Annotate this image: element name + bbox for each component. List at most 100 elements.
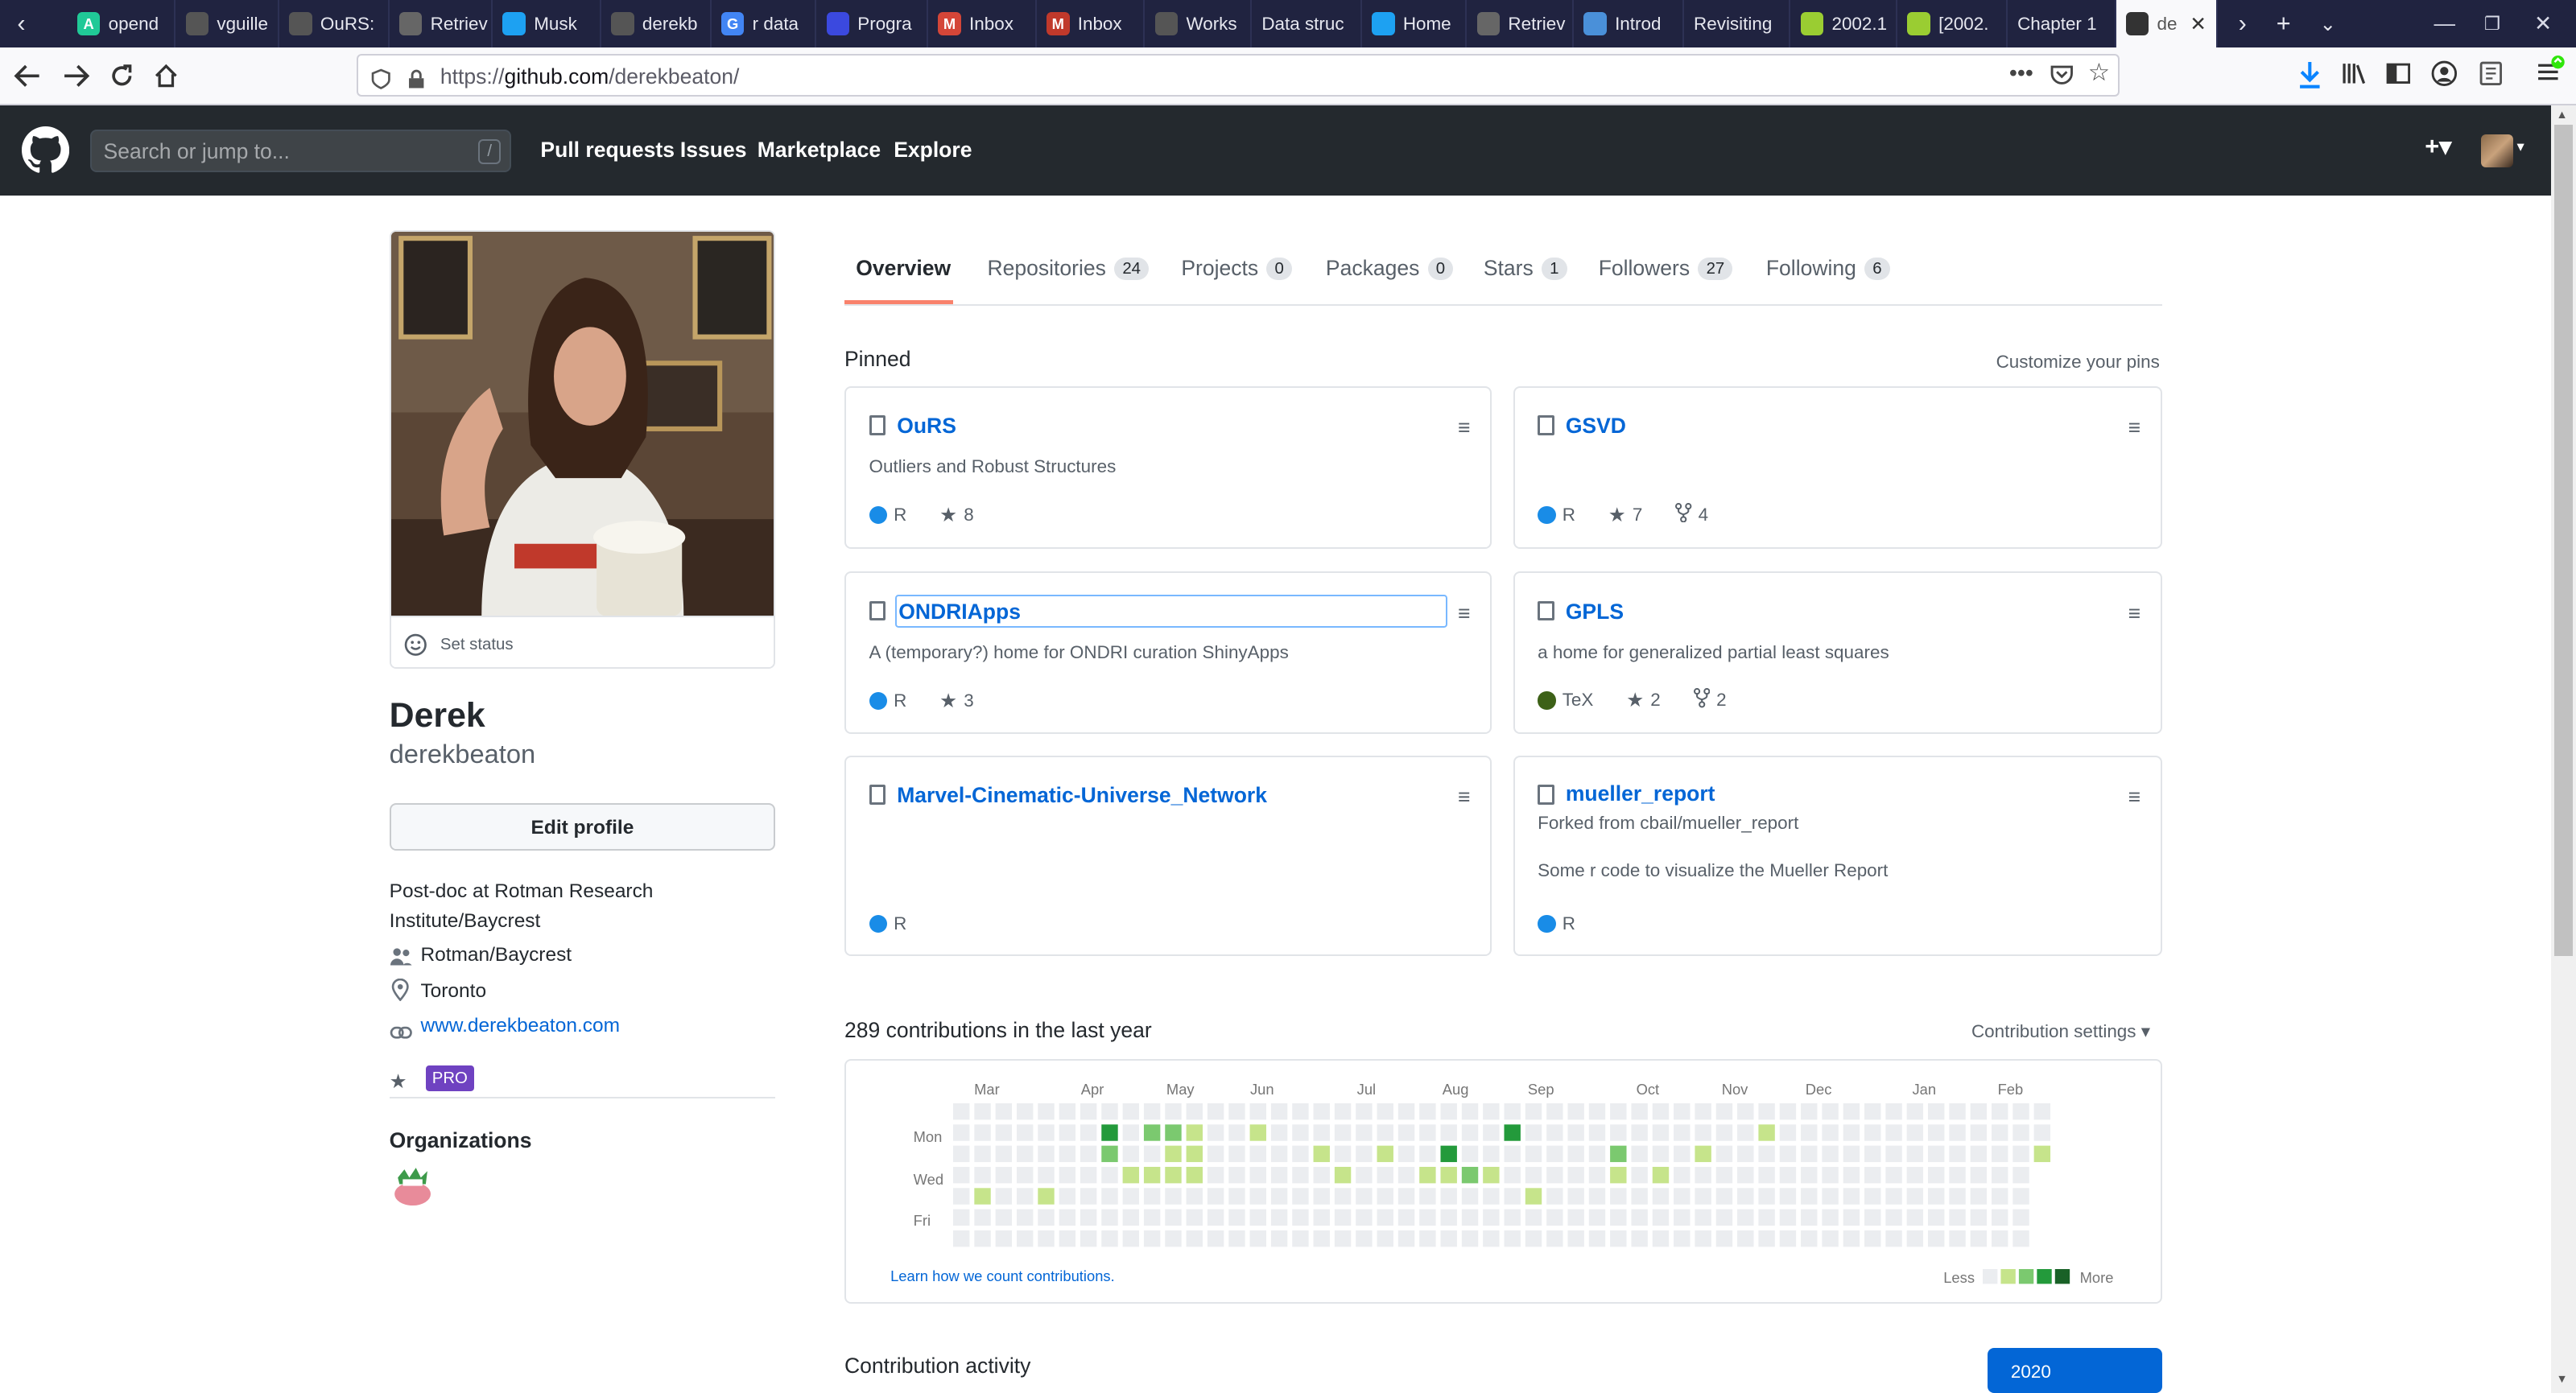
contribution-day[interactable] [1504,1167,1521,1184]
contribution-day[interactable] [1037,1188,1055,1205]
contribution-day[interactable] [1673,1103,1690,1120]
contribution-day[interactable] [1228,1188,1245,1205]
contribution-day[interactable] [1588,1124,1605,1142]
drag-handle-icon[interactable]: ≡ [2128,415,2140,440]
fork-icon[interactable] [1675,502,1692,527]
contribution-day[interactable] [952,1230,970,1247]
contribution-day[interactable] [1991,1209,2008,1226]
contribution-day[interactable] [1843,1209,1860,1226]
contribution-day[interactable] [1673,1209,1690,1226]
contribution-day[interactable] [1440,1103,1457,1120]
contribution-day[interactable] [1207,1209,1224,1226]
profile-avatar[interactable]: Set status [389,229,776,669]
new-tab-icon[interactable]: + [2262,0,2305,47]
contribution-day[interactable] [1525,1167,1542,1184]
contribution-day[interactable] [1482,1188,1500,1205]
contribution-day[interactable] [1885,1188,1902,1205]
contribution-day[interactable] [1864,1167,1881,1184]
customize-pins-link[interactable]: Customize your pins [1996,352,2160,373]
contribution-day[interactable] [1843,1124,1860,1142]
contribution-day[interactable] [1885,1209,1902,1226]
contribution-day[interactable] [1291,1209,1309,1226]
contribution-day[interactable] [1291,1188,1309,1205]
contribution-day[interactable] [1673,1146,1690,1163]
contribution-day[interactable] [1164,1209,1182,1226]
contribution-day[interactable] [1736,1230,1754,1247]
contribution-day[interactable] [1313,1103,1330,1120]
contribution-day[interactable] [1016,1209,1033,1226]
contribution-day[interactable] [1504,1230,1521,1247]
contribution-day[interactable] [1313,1124,1330,1142]
contribution-day[interactable] [2012,1146,2029,1163]
browser-tab[interactable]: Home [1362,0,1468,48]
contribution-day[interactable] [1334,1167,1351,1184]
contribution-day[interactable] [1461,1103,1478,1120]
star-icon[interactable]: ★ [1608,503,1626,527]
contribution-day[interactable] [1143,1103,1160,1120]
contribution-day[interactable] [1843,1167,1860,1184]
contribution-day[interactable] [1588,1230,1605,1247]
user-avatar-menu[interactable] [2480,134,2514,168]
contribution-day[interactable] [1016,1103,1033,1120]
contribution-day[interactable] [1758,1103,1775,1120]
set-status-button[interactable]: Set status [390,616,774,667]
tab-projects[interactable]: Projects 0 [1181,256,1293,281]
contribution-day[interactable] [1313,1209,1330,1226]
tab-stars[interactable]: Stars 1 [1484,256,1567,281]
browser-tab[interactable]: vguille [175,0,279,48]
list-tabs-icon[interactable]: ⌄ [2306,0,2349,47]
star-count[interactable]: 7 [1633,505,1642,525]
contribution-day[interactable] [1186,1103,1203,1120]
nav-marketplace[interactable]: Marketplace [758,138,881,163]
contribution-day[interactable] [1143,1209,1160,1226]
contribution-day[interactable] [1186,1188,1203,1205]
contribution-day[interactable] [1016,1230,1033,1247]
contribution-day[interactable] [1164,1188,1182,1205]
contribution-day[interactable] [1377,1124,1393,1142]
contribution-day[interactable] [1758,1124,1775,1142]
contribution-day[interactable] [1864,1146,1881,1163]
contribution-day[interactable] [1059,1124,1075,1142]
contribution-day[interactable] [995,1124,1012,1142]
contribution-day[interactable] [1291,1167,1309,1184]
contribution-day[interactable] [1758,1230,1775,1247]
contribution-day[interactable] [995,1209,1012,1226]
contribution-day[interactable] [1546,1103,1563,1120]
scrollbar-thumb[interactable] [2554,125,2573,956]
contribution-day[interactable] [1059,1230,1075,1247]
contribution-day[interactable] [1504,1209,1521,1226]
contribution-day[interactable] [1821,1230,1839,1247]
contribution-day[interactable] [1334,1103,1351,1120]
contribution-day[interactable] [1736,1146,1754,1163]
contribution-day[interactable] [1100,1103,1118,1120]
contribution-day[interactable] [1122,1124,1139,1142]
bookmark-star-icon[interactable]: ☆ [2088,59,2110,87]
contribution-day[interactable] [1016,1146,1033,1163]
contribution-day[interactable] [2033,1103,2050,1120]
contribution-day[interactable] [1207,1146,1224,1163]
contribution-day[interactable] [1546,1146,1563,1163]
contribution-day[interactable] [1927,1230,1945,1247]
contribution-day[interactable] [1609,1124,1627,1142]
scroll-up-icon[interactable]: ▲ [2556,109,2567,122]
drag-handle-icon[interactable]: ≡ [2128,785,2140,810]
contribution-day[interactable] [1631,1230,1648,1247]
contribution-day[interactable] [1779,1103,1796,1120]
contribution-day[interactable] [1991,1230,2008,1247]
contribution-day[interactable] [1059,1146,1075,1163]
contribution-day[interactable] [2012,1230,2029,1247]
browser-tab[interactable]: 2002.1 [1790,0,1898,48]
contribution-day[interactable] [1821,1124,1839,1142]
contribution-day[interactable] [1695,1230,1711,1247]
contribution-day[interactable] [1397,1188,1414,1205]
fork-icon[interactable] [1693,688,1710,712]
contribution-day[interactable] [1991,1146,2008,1163]
contribution-day[interactable] [1418,1167,1436,1184]
contribution-day[interactable] [1736,1124,1754,1142]
contribution-day[interactable] [1122,1103,1139,1120]
lock-icon[interactable] [407,66,425,97]
contribution-day[interactable] [1164,1146,1182,1163]
contribution-day[interactable] [1355,1146,1373,1163]
contribution-day[interactable] [1059,1209,1075,1226]
contribution-day[interactable] [1186,1209,1203,1226]
